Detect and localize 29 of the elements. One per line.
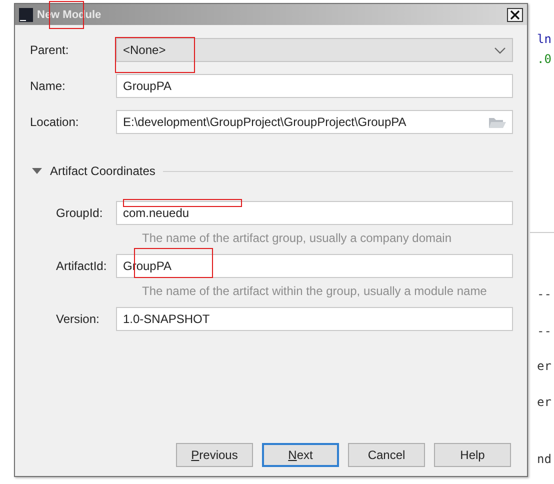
field-label: GroupId: bbox=[56, 206, 104, 220]
field-label: Name: bbox=[30, 79, 66, 93]
dialog-button[interactable]: Next bbox=[262, 443, 339, 467]
hint-text: The name of the artifact within the group, usually a module name bbox=[142, 284, 488, 298]
app-icon bbox=[19, 8, 33, 22]
field-label: Version: bbox=[56, 312, 100, 326]
chevron-down-icon[interactable] bbox=[494, 46, 506, 54]
code-fragment: er bbox=[537, 359, 552, 373]
code-fragment: er bbox=[537, 395, 552, 409]
parent-dropdown[interactable]: <None> bbox=[116, 38, 513, 62]
text-field[interactable]: 1.0-SNAPSHOT bbox=[116, 307, 513, 331]
field-label: ArtifactId: bbox=[56, 259, 108, 273]
text-field[interactable]: com.neuedu bbox=[116, 201, 513, 225]
field-label: Parent: bbox=[30, 43, 70, 57]
hint-text: The name of the artifact group, usually a company domain bbox=[142, 231, 453, 245]
code-fragment: nd bbox=[537, 452, 552, 466]
collapse-triangle-icon[interactable] bbox=[32, 168, 42, 174]
dialog-button[interactable]: Help bbox=[434, 443, 511, 467]
location-field[interactable]: E:\development\GroupProject\GroupProject\GroupPA bbox=[116, 110, 513, 134]
code-fragment: -- bbox=[537, 324, 552, 338]
section-title: Artifact Coordinates bbox=[50, 164, 156, 178]
code-fragment: ln bbox=[537, 32, 552, 46]
text-field[interactable]: GroupPA bbox=[116, 74, 513, 98]
close-button[interactable] bbox=[507, 8, 523, 22]
code-fragment: -- bbox=[537, 287, 552, 301]
code-fragment: .0 bbox=[537, 52, 552, 66]
dialog-button[interactable]: Previous bbox=[176, 443, 253, 467]
dialog-button[interactable]: Cancel bbox=[348, 443, 425, 467]
field-label: Location: bbox=[30, 115, 80, 129]
